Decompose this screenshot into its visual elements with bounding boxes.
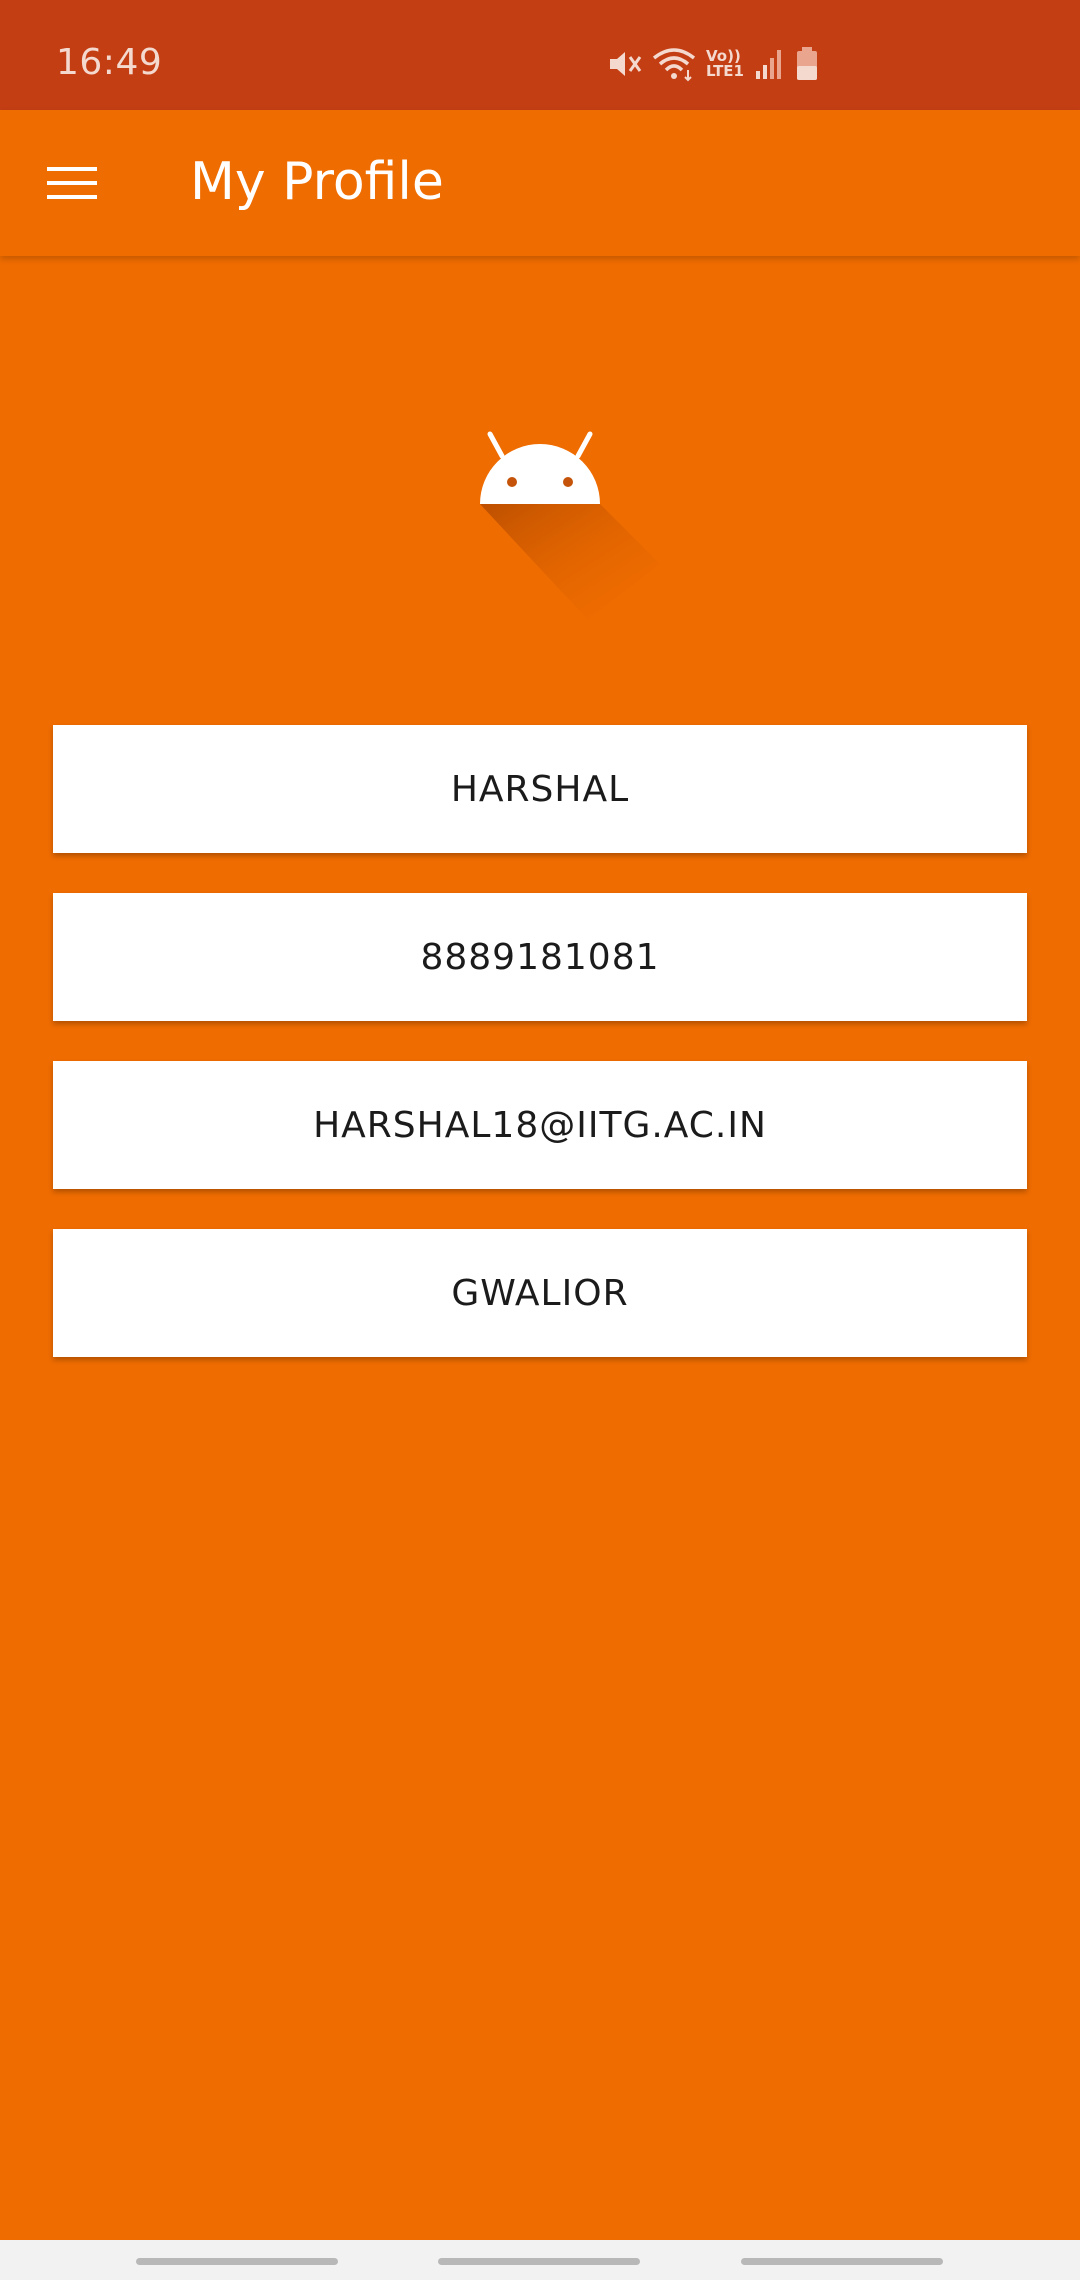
email-card: HARSHAL18@IITG.AC.IN [53,1061,1027,1189]
menu-button[interactable] [32,148,112,218]
back-button[interactable] [741,2258,943,2265]
android-logo [460,420,680,620]
recent-apps-button[interactable] [136,2258,338,2265]
volte-label-bottom: LTE1 [706,62,744,80]
phone-value: 8889181081 [420,936,660,978]
mute-icon [610,52,642,76]
page-title: My Profile [190,152,444,212]
name-card: HARSHAL [53,725,1027,853]
phone-card: 8889181081 [53,893,1027,1021]
city-value: GWALIOR [451,1272,629,1314]
hamburger-menu-icon [47,167,97,199]
status-time: 16:49 [56,42,163,83]
city-card: GWALIOR [53,1229,1027,1357]
status-icons: Vo)) LTE1 [606,44,820,84]
battery-icon [797,47,817,80]
wifi-icon [652,48,696,82]
home-button[interactable] [438,2258,640,2265]
signal-icon [756,50,781,79]
android-robot-icon [480,431,660,620]
email-value: HARSHAL18@IITG.AC.IN [313,1104,767,1146]
status-bar: 16:49 Vo)) LTE1 [0,0,1080,110]
volte-icon: Vo)) LTE1 [706,49,744,79]
name-value: HARSHAL [450,768,630,810]
navigation-bar [0,2240,1080,2280]
app-bar: My Profile [0,110,1080,256]
